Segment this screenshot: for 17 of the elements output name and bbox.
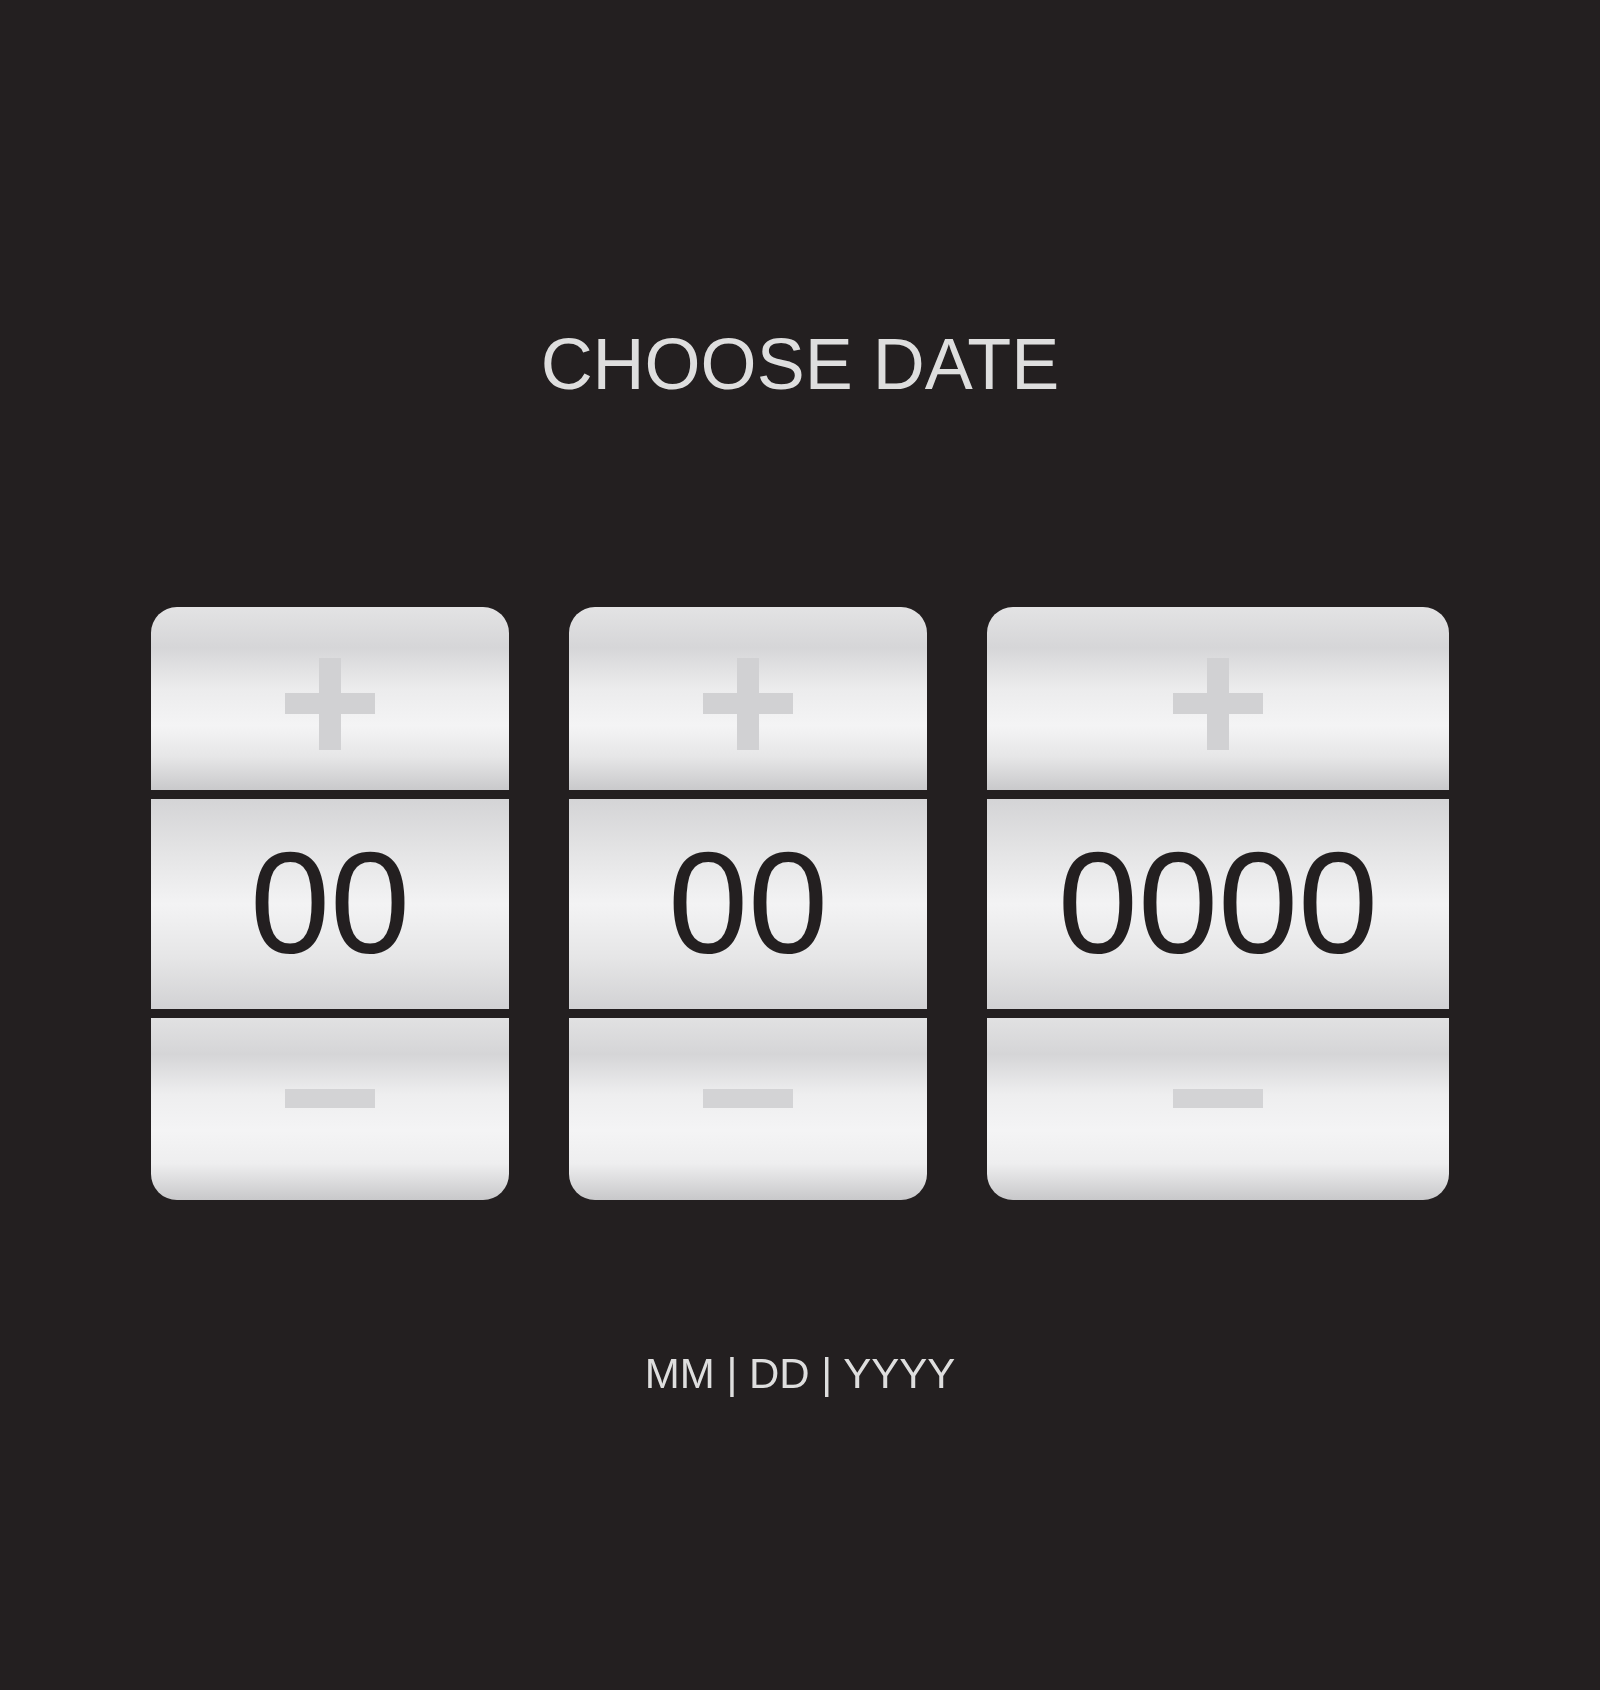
minus-icon <box>285 1088 375 1108</box>
minus-icon <box>1173 1088 1263 1108</box>
minus-icon <box>703 1088 793 1108</box>
page-title: CHOOSE DATE <box>540 328 1060 400</box>
value-display: 00 <box>151 799 509 1009</box>
decrement-button[interactable] <box>569 1018 927 1200</box>
plus-icon <box>1173 657 1263 750</box>
date-format-label: MM | DD | YYYY <box>644 1353 956 1395</box>
decrement-button[interactable] <box>987 1018 1449 1200</box>
increment-button[interactable] <box>569 607 927 790</box>
increment-button[interactable] <box>987 607 1449 790</box>
decrement-button[interactable] <box>151 1018 509 1200</box>
plus-icon <box>285 657 375 750</box>
increment-button[interactable] <box>151 607 509 790</box>
value-display: 0000 <box>987 799 1449 1009</box>
plus-icon <box>703 657 793 750</box>
value-display: 00 <box>569 799 927 1009</box>
